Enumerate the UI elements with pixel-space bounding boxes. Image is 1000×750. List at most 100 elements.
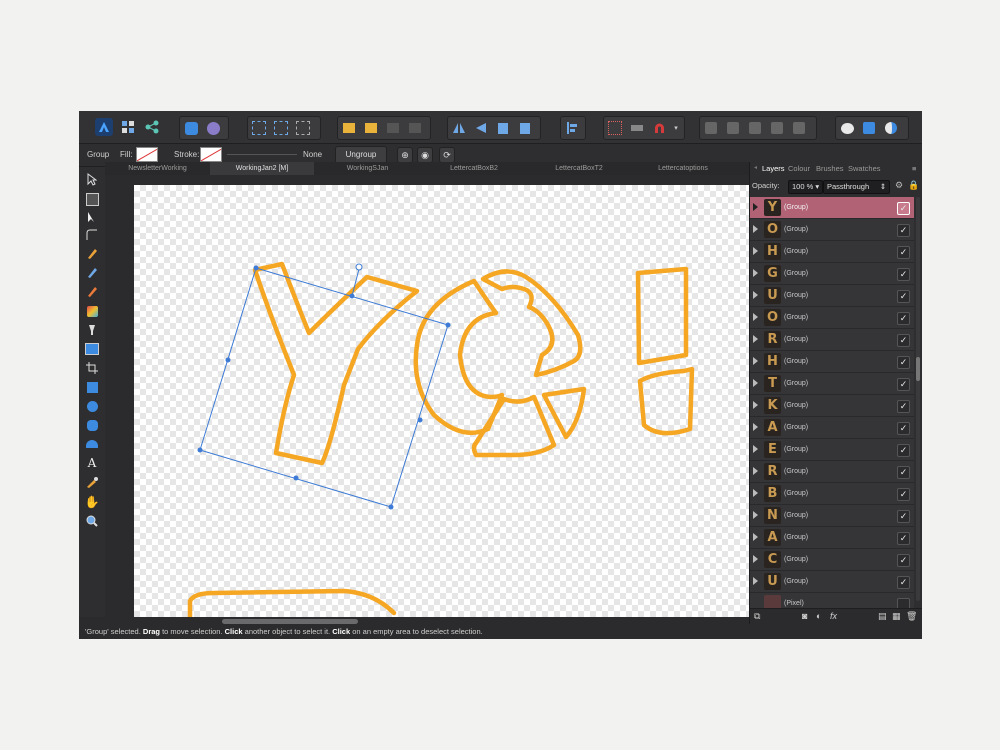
layer-row[interactable]: O (Group) ✓ [750,307,914,329]
layer-row[interactable]: B (Group) ✓ [750,483,914,505]
layers-scrollbar[interactable] [916,197,920,601]
pen-effect-icon[interactable] [202,117,224,139]
lock-icon[interactable]: 🔒 [908,180,919,191]
transform-origin-icon[interactable] [292,117,314,139]
magnet-icon[interactable] [648,117,670,139]
arrange-back-icon[interactable] [338,117,360,139]
artwork[interactable] [134,185,751,617]
adjustment-icon[interactable]: ◐ [816,611,821,621]
layer-row[interactable]: A (Group) ✓ [750,417,914,439]
expand-arrow-icon[interactable] [753,313,758,321]
share-persona-icon[interactable] [141,116,163,138]
align-icon[interactable] [561,117,583,139]
rectangle-tool-icon[interactable] [84,379,100,395]
tab-lettercatoptions[interactable]: Lettercatoptions [631,162,735,175]
intersect-icon[interactable] [744,117,766,139]
app-logo-icon[interactable] [93,116,115,138]
shape-tool-icon[interactable] [84,436,100,452]
tab-lettercatboxb2[interactable]: LettercatBoxB2 [421,162,527,175]
divide-icon[interactable] [788,117,810,139]
visibility-checkbox[interactable]: ✓ [897,532,910,545]
visibility-checkbox[interactable]: ✓ [897,422,910,435]
visibility-checkbox[interactable]: ✓ [897,510,910,523]
flip-vertical-icon[interactable] [470,117,492,139]
expand-arrow-icon[interactable] [753,489,758,497]
expand-arrow-icon[interactable] [753,577,758,585]
select-bounds-icon[interactable] [248,117,270,139]
visibility-checkbox[interactable]: ✓ [897,268,910,281]
move-tool-icon[interactable] [84,171,100,187]
layer-row[interactable]: R (Group) ✓ [750,461,914,483]
place-image-icon[interactable] [84,341,100,357]
gear-icon[interactable]: ⚙ [895,180,903,191]
visibility-checkbox[interactable]: ✓ [897,224,910,237]
snapping-options-icon[interactable] [626,117,648,139]
expand-arrow-icon[interactable] [753,335,758,343]
shield-icon[interactable] [180,117,202,139]
visibility-checkbox[interactable]: ✓ [897,400,910,413]
add-layer-icon[interactable]: ▤ [878,611,887,622]
layer-row[interactable]: C (Group) ✓ [750,549,914,571]
expand-arrow-icon[interactable] [753,445,758,453]
add-icon[interactable] [700,117,722,139]
expand-arrow-icon[interactable] [753,533,758,541]
panel-menu-icon[interactable]: ≡ [912,162,916,175]
visibility-checkbox[interactable]: ✓ [897,576,910,589]
visibility-checkbox[interactable]: ✓ [897,334,910,347]
rotate-left-icon[interactable] [492,117,514,139]
visibility-checkbox[interactable]: ✓ [897,202,910,215]
assistant-icon[interactable] [836,117,858,139]
colour-wheel-icon[interactable] [880,117,902,139]
duplicate-layer-icon[interactable]: ▦ [892,611,901,622]
tab-swatches[interactable]: Swatches [848,162,881,175]
layer-row[interactable]: (Pixel)✓ [750,593,914,609]
layer-row[interactable]: U (Group) ✓ [750,571,914,593]
expand-arrow-icon[interactable] [753,203,758,211]
arrange-front-icon[interactable] [404,117,426,139]
expand-arrow-icon[interactable] [753,467,758,475]
zoom-tool-icon[interactable] [84,513,100,529]
transform-origin-icon[interactable]: ⊕ [397,147,413,163]
view-mode-icon[interactable]: ◉ [417,147,433,163]
blend-mode-select[interactable]: Passthrough ⇕ [823,180,890,194]
flip-horizontal-icon[interactable] [448,117,470,139]
select-geometry-icon[interactable] [270,117,292,139]
visibility-checkbox[interactable]: ✓ [897,554,910,567]
layer-row[interactable]: H (Group) ✓ [750,241,914,263]
expand-arrow-icon[interactable] [753,247,758,255]
visibility-checkbox[interactable]: ✓ [897,290,910,303]
expand-arrow-icon[interactable] [753,379,758,387]
opacity-field[interactable]: 100 % ▾ [788,180,823,194]
expand-arrow-icon[interactable] [753,401,758,409]
visibility-checkbox[interactable]: ✓ [897,378,910,391]
fx-icon[interactable]: fx [830,611,837,621]
layer-stack-icon[interactable]: ⧉ [754,611,760,622]
grid-persona-icon[interactable] [117,116,139,138]
expand-arrow-icon[interactable] [753,555,758,563]
subtract-icon[interactable] [722,117,744,139]
rotate-right-icon[interactable] [514,117,536,139]
fill-tool-icon[interactable] [84,303,100,319]
preferences-icon[interactable] [858,117,880,139]
tab-colour[interactable]: Colour [788,162,810,175]
visibility-checkbox[interactable]: ✓ [897,246,910,259]
layer-row[interactable]: H (Group) ✓ [750,351,914,373]
expand-arrow-icon[interactable] [753,357,758,365]
node-tool-icon[interactable] [84,209,100,225]
tab-workingjan2[interactable]: WorkingJan2 [M] [210,162,314,175]
corner-tool-icon[interactable] [84,227,100,243]
refresh-icon[interactable]: ⟳ [439,147,455,163]
ellipse-tool-icon[interactable] [84,398,100,414]
pencil-tool-icon[interactable] [84,265,100,281]
xor-icon[interactable] [766,117,788,139]
mask-icon[interactable]: ◙ [802,611,807,621]
expand-arrow-icon[interactable] [753,291,758,299]
layer-row[interactable]: G (Group) ✓ [750,263,914,285]
fill-swatch[interactable] [136,147,158,162]
pen-tool-icon[interactable] [84,246,100,262]
visibility-checkbox[interactable]: ✓ [897,312,910,325]
trash-icon[interactable]: 🗑 [906,611,917,622]
expand-arrow-icon[interactable] [753,269,758,277]
layer-row[interactable]: T (Group) ✓ [750,373,914,395]
tab-brushes[interactable]: Brushes [816,162,844,175]
